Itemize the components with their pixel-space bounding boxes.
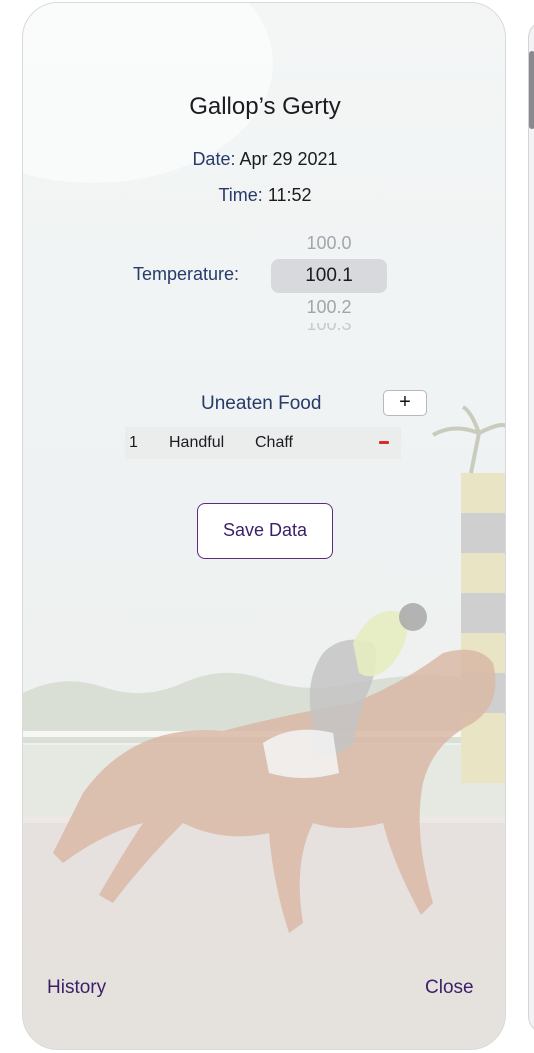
- uneaten-food-label: Uneaten Food: [201, 393, 322, 414]
- food-list-item: 1 Handful Chaff: [125, 427, 401, 459]
- temperature-picker[interactable]: 100.0 100.1 100.2 100.3: [271, 229, 387, 333]
- history-button[interactable]: History: [47, 977, 106, 999]
- background-sheet-edge: [528, 20, 534, 1034]
- close-button[interactable]: Close: [425, 977, 474, 999]
- date-value: Apr 29 2021: [239, 149, 338, 169]
- food-type: Chaff: [255, 434, 293, 451]
- time-value: 11:52: [267, 185, 312, 205]
- save-data-button[interactable]: Save Data: [197, 503, 333, 559]
- sheet-scroll-indicator: [529, 51, 534, 129]
- add-food-button[interactable]: +: [383, 390, 427, 416]
- horse-detail-sheet: Gallop’s Gerty Date: Apr 29 2021 Time: 1…: [22, 2, 506, 1050]
- food-unit: Handful: [169, 434, 225, 451]
- horse-name-title: Gallop’s Gerty: [189, 93, 341, 120]
- temperature-selected-value[interactable]: 100.1: [271, 265, 387, 287]
- time-label: Time:: [218, 185, 263, 205]
- remove-food-icon[interactable]: [379, 441, 389, 444]
- time-row: Time: 11:52: [23, 185, 505, 206]
- date-row: Date: Apr 29 2021: [23, 149, 505, 170]
- temperature-option[interactable]: 100.0: [271, 233, 387, 254]
- temperature-option[interactable]: 100.2: [271, 297, 387, 318]
- food-quantity: 1: [129, 434, 138, 451]
- date-label: Date:: [192, 149, 236, 169]
- temperature-option-partial: 100.3: [306, 323, 352, 333]
- temperature-label: Temperature:: [133, 264, 240, 284]
